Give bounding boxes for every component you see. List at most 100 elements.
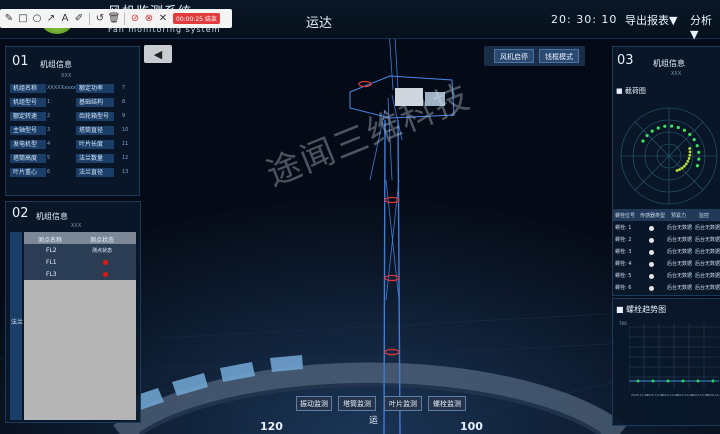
sensor-indicator (649, 286, 654, 291)
info-value: 13 (122, 169, 129, 175)
bolt-monitor-button[interactable]: 螺栓监测 (428, 396, 466, 411)
load-point (687, 157, 691, 160)
info-label: 叶片长度 (76, 140, 114, 149)
trash-icon[interactable]: 🗑 (108, 12, 121, 26)
monitor-value: 后台无数据 (695, 273, 720, 279)
load-point (650, 129, 654, 133)
flange-side-tab[interactable] (10, 232, 22, 420)
mute-icon[interactable]: ⊗ (143, 12, 155, 26)
column-header: 预紧力 (671, 213, 687, 219)
square-icon[interactable]: □ (17, 12, 29, 26)
info-value: 5 (47, 155, 51, 161)
monitor-value: 后台无数据 (695, 261, 720, 267)
table-row[interactable]: FL3 (46, 271, 57, 278)
start-stop-mode-button[interactable]: 风机启停 (494, 49, 534, 63)
mode-switcher: 风机启停 钱框模式 (484, 46, 585, 66)
recording-timer[interactable]: 00:00:25 结束 (173, 13, 220, 24)
info-value: 6 (47, 169, 51, 175)
load-point (663, 124, 667, 128)
load-point (688, 147, 692, 150)
bolt-id: 螺栓: 5 (615, 273, 632, 279)
blade-monitor-button[interactable]: 叶片监测 (384, 396, 422, 411)
sensor-indicator (649, 250, 654, 255)
load-point (670, 124, 674, 128)
unit-info-panel: 01 机组信息 XXX 机组名称 XXXXXxxxx 额定功率 7 机组型号 1 基础结构 8… (5, 46, 140, 196)
bolt-monitor-panel: 03 机组信息 XXX ■ 截荷图 螺栓位号 传感器类型 预紧力 监控 螺栓: … (612, 46, 720, 296)
info-value: 2 (47, 113, 51, 119)
info-label: 主轴型号 (10, 126, 46, 135)
marker-icon[interactable]: ✐ (73, 12, 85, 26)
bolt-load-polar-chart (620, 107, 718, 205)
sensor-indicator (649, 262, 654, 267)
load-point (688, 132, 692, 137)
toolbar-divider (89, 12, 90, 25)
info-label: 塔筒高度 (10, 154, 46, 163)
tower-monitor-button[interactable]: 塔筒监测 (338, 396, 376, 411)
info-label: 额定转速 (10, 112, 46, 121)
status-dot (103, 272, 108, 277)
load-point (684, 162, 688, 166)
load-point (682, 128, 687, 132)
monitor-value: 后台无数据 (695, 237, 720, 243)
preload-value: 后台无数据 (667, 261, 693, 267)
info-label: 法兰数量 (76, 154, 114, 163)
load-point (695, 144, 699, 148)
sensor-indicator (649, 238, 654, 243)
info-value: 7 (122, 85, 126, 91)
close-icon[interactable]: ✕ (157, 12, 169, 26)
bolt-id: 螺栓: 6 (615, 285, 632, 291)
column-header: 监控 (699, 213, 710, 219)
pen-icon[interactable]: ✎ (3, 12, 15, 26)
info-value: 1 (47, 99, 51, 105)
status-text: 测点状态 (92, 248, 113, 254)
info-label: 基础结构 (76, 98, 114, 107)
section-title: 截荷图 (624, 87, 646, 95)
x-tick-label: 2020-10-22 (706, 393, 720, 397)
load-point (688, 153, 692, 157)
back-button[interactable]: ◀ (144, 45, 172, 63)
measure-point-panel: 02 机组信息 XXX 法兰 测点名称 测点状态 FL2 测点状态 FL1 FL… (5, 201, 141, 423)
frame-mode-button[interactable]: 钱框模式 (539, 49, 579, 63)
bolt-id: 螺栓: 3 (615, 249, 632, 255)
info-label: 叶片重心 (10, 168, 46, 177)
load-point (688, 150, 692, 154)
monitor-value: 后台无数据 (695, 285, 720, 291)
preload-value: 后台无数据 (667, 285, 693, 291)
load-point (641, 139, 645, 143)
column-header: 螺栓位号 (615, 213, 636, 219)
panel-title: 机组信息 (40, 60, 72, 69)
gauge-center-label: 运 (369, 416, 379, 426)
info-value: 10 (122, 127, 129, 133)
trend-title: ■ 螺栓趋势图 (616, 305, 667, 314)
load-point (697, 157, 701, 161)
info-label: 法兰直径 (76, 168, 114, 177)
load-point (697, 150, 701, 154)
monitor-value: 后台无数据 (695, 225, 720, 231)
export-report-menu[interactable]: 导出报表▼ (625, 12, 677, 28)
section-title: 螺栓趋势图 (626, 305, 667, 314)
sensor-indicator (649, 274, 654, 279)
bolt-trend-chart (629, 323, 719, 389)
info-value: 4 (47, 141, 51, 147)
bolt-id: 螺栓: 4 (615, 261, 632, 267)
circle-icon[interactable]: ○ (31, 12, 43, 26)
info-label: 机组型号 (10, 98, 46, 107)
panel-title: 机组信息 (653, 59, 685, 68)
column-header: 传感器类型 (640, 213, 666, 219)
arrow-icon[interactable]: ↗ (45, 12, 57, 26)
mic-off-icon[interactable]: ⊘ (129, 12, 141, 26)
table-row[interactable]: FL2 (46, 247, 57, 254)
table-row[interactable]: FL1 (46, 259, 57, 266)
info-value: 11 (122, 141, 129, 147)
panel-title: 机组信息 (36, 212, 68, 221)
load-point (676, 125, 680, 130)
load-point (686, 160, 690, 163)
load-point (695, 164, 699, 168)
undo-icon[interactable]: ↺ (94, 12, 106, 26)
preload-value: 后台无数据 (667, 249, 693, 255)
analysis-menu[interactable]: 分析▼ (690, 12, 720, 41)
vibration-monitor-button[interactable]: 振动监测 (296, 396, 332, 411)
text-icon[interactable]: A (59, 12, 71, 26)
annotation-toolbar: ✎ □ ○ ↗ A ✐ ↺ 🗑 ⊘ ⊗ ✕ 00:00:25 结束 (0, 9, 232, 28)
info-value: 12 (122, 155, 129, 161)
